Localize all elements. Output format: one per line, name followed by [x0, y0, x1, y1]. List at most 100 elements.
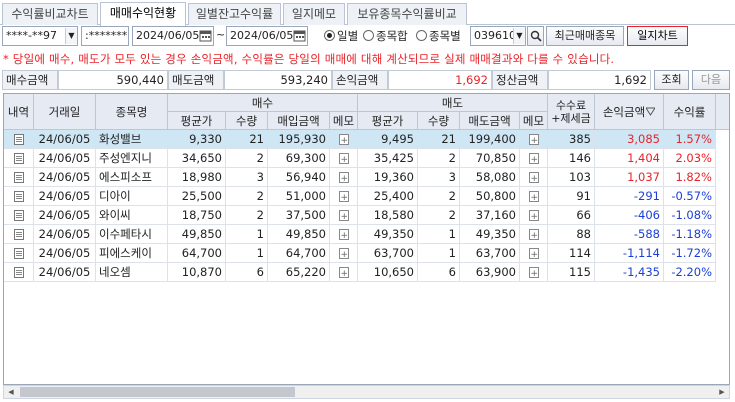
radio-dot	[416, 30, 427, 41]
detail-document-icon[interactable]	[4, 206, 34, 225]
stock-code-select[interactable]: 039610 ▼	[470, 26, 526, 46]
cell-rate: -1.72%	[664, 244, 716, 263]
account-select[interactable]: ****-**97 ▼	[2, 26, 78, 46]
header-buy-qty: 수량	[226, 112, 268, 130]
memo-add-icon[interactable]	[330, 206, 358, 225]
cell-sell-amt: 63,700	[460, 244, 520, 263]
scrollbar-thumb[interactable]	[20, 387, 295, 397]
pnl-amount-label: 손익금액	[332, 70, 388, 90]
cell-buy-amt: 65,220	[268, 263, 330, 282]
cell-rate: -1.08%	[664, 206, 716, 225]
cell-pnl: -406	[595, 206, 664, 225]
detail-document-icon[interactable]	[4, 244, 34, 263]
cell-fee: 88	[548, 225, 595, 244]
header-detail: 내역	[4, 94, 34, 130]
memo-add-icon[interactable]	[330, 225, 358, 244]
memo-add-icon[interactable]	[520, 244, 548, 263]
header-fee-tax: 수수료 +제세금	[548, 94, 595, 130]
detail-document-icon[interactable]	[4, 225, 34, 244]
memo-add-icon[interactable]	[520, 168, 548, 187]
buy-amount-value: 590,440	[58, 70, 168, 90]
header-sell-qty: 수량	[418, 112, 460, 130]
header-buy-memo: 메모	[330, 112, 358, 130]
memo-add-icon[interactable]	[520, 225, 548, 244]
pnl-amount-value: 1,692	[388, 70, 492, 90]
date-to-field[interactable]: 2024/06/05	[226, 26, 308, 46]
horizontal-scrollbar[interactable]: ◀ ▶	[3, 385, 730, 399]
tab-return-compare-chart[interactable]: 수익률비교차트	[2, 3, 98, 25]
cell-sell-qty: 21	[418, 130, 460, 149]
header-sell-group: 매도	[358, 94, 548, 112]
header-buy-avg: 평균가	[168, 112, 226, 130]
tab-trade-profit-status[interactable]: 매매수익현황	[100, 2, 186, 26]
memo-add-icon[interactable]	[330, 187, 358, 206]
radio-by-stock-label: 종목별	[429, 29, 461, 43]
recent-stock-button[interactable]: 최근매매종목	[546, 26, 624, 46]
cell-sell-qty: 2	[418, 187, 460, 206]
memo-add-icon[interactable]	[520, 149, 548, 168]
cell-sell-avg: 35,425	[358, 149, 418, 168]
chevron-down-icon[interactable]: ▼	[65, 28, 77, 44]
tab-journal-memo[interactable]: 일지메모	[283, 3, 345, 25]
header-date: 거래일	[34, 94, 96, 130]
memo-add-icon[interactable]	[330, 130, 358, 149]
memo-add-icon[interactable]	[330, 149, 358, 168]
scroll-left-icon[interactable]: ◀	[4, 386, 18, 398]
cell-sell-amt: 199,400	[460, 130, 520, 149]
cell-sell-avg: 10,650	[358, 263, 418, 282]
chevron-down-icon[interactable]: ▼	[513, 28, 525, 44]
memo-add-icon[interactable]	[330, 263, 358, 282]
detail-document-icon[interactable]	[4, 168, 34, 187]
password-field[interactable]: :*******	[81, 26, 129, 46]
radio-stock-sum-label: 종목합	[376, 29, 408, 43]
cell-sell-amt: 70,850	[460, 149, 520, 168]
header-sell-avg: 평균가	[358, 112, 418, 130]
radio-by-stock[interactable]: 종목별	[416, 28, 461, 44]
cell-date: 24/06/05	[34, 187, 96, 206]
cell-buy-avg: 34,650	[168, 149, 226, 168]
cell-sell-amt: 63,900	[460, 263, 520, 282]
cell-fee: 66	[548, 206, 595, 225]
calendar-icon[interactable]	[199, 29, 212, 45]
memo-add-icon[interactable]	[330, 244, 358, 263]
detail-document-icon[interactable]	[4, 187, 34, 206]
memo-add-icon[interactable]	[520, 187, 548, 206]
summary-bar: 매수금액 590,440 매도금액 593,240 손익금액 1,692 정산금…	[0, 70, 735, 91]
header-sell-amount: 매도금액	[460, 112, 520, 130]
cell-pnl: -1,114	[595, 244, 664, 263]
memo-add-icon[interactable]	[520, 206, 548, 225]
radio-dot	[363, 30, 374, 41]
cell-pnl: 3,085	[595, 130, 664, 149]
memo-add-icon[interactable]	[520, 263, 548, 282]
cell-sell-avg: 49,350	[358, 225, 418, 244]
query-button[interactable]: 조회	[654, 70, 689, 90]
cell-rate: -0.57%	[664, 187, 716, 206]
calendar-icon[interactable]	[293, 29, 306, 45]
detail-document-icon[interactable]	[4, 263, 34, 282]
header-sell-memo: 메모	[520, 112, 548, 130]
cell-name: 와이씨	[96, 206, 168, 225]
memo-add-icon[interactable]	[330, 168, 358, 187]
tab-bar: 수익률비교차트 매매수익현황 일별잔고수익률 일지메모 보유종목수익률비교	[0, 0, 735, 26]
header-pnl[interactable]: 손익금액	[595, 94, 664, 130]
cell-date: 24/06/05	[34, 225, 96, 244]
journal-chart-button[interactable]: 일지차트	[627, 26, 688, 46]
search-icon	[530, 30, 542, 42]
radio-daily[interactable]: 일별	[324, 28, 358, 44]
header-stock-name: 종목명	[96, 94, 168, 130]
search-button[interactable]	[527, 26, 544, 46]
memo-add-icon[interactable]	[520, 130, 548, 149]
tab-holding-return-compare[interactable]: 보유종목수익률비교	[347, 3, 467, 25]
detail-document-icon[interactable]	[4, 149, 34, 168]
radio-dot-checked	[324, 30, 335, 41]
radio-stock-sum[interactable]: 종목합	[363, 28, 408, 44]
stock-code-value: 039610	[474, 29, 516, 42]
settle-amount-label: 정산금액	[492, 70, 548, 90]
tab-daily-balance-return[interactable]: 일별잔고수익률	[188, 3, 281, 25]
scroll-right-icon[interactable]: ▶	[715, 386, 729, 398]
cell-pnl: 1,037	[595, 168, 664, 187]
date-from-field[interactable]: 2024/06/05	[132, 26, 214, 46]
cell-buy-avg: 18,750	[168, 206, 226, 225]
next-button[interactable]: 다음	[692, 70, 730, 90]
detail-document-icon[interactable]	[4, 130, 34, 149]
